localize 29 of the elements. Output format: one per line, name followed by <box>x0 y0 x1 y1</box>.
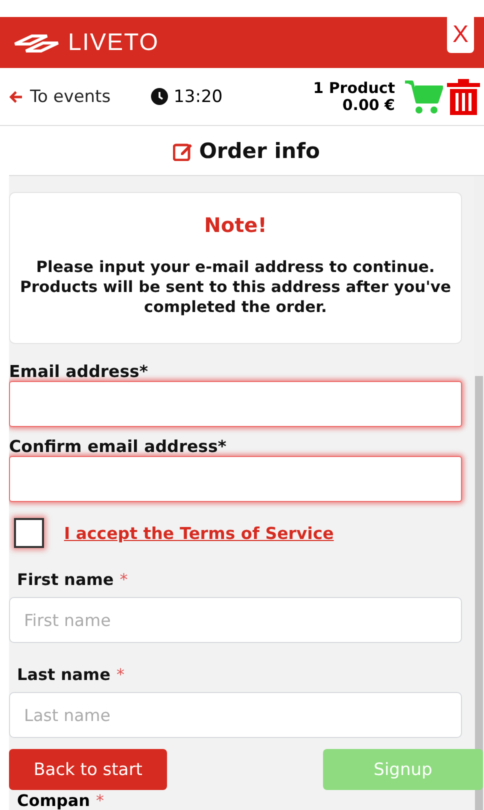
back-to-start-button[interactable]: Back to start <box>9 749 167 790</box>
terms-checkbox[interactable] <box>14 518 44 548</box>
terms-link[interactable]: I accept the Terms of Service <box>64 524 334 542</box>
back-link[interactable]: To events <box>8 86 111 106</box>
name-field[interactable]: First name <box>9 597 462 643</box>
clock-icon <box>150 88 168 105</box>
note-title: Note! <box>203 213 268 237</box>
time-text: 13:20 <box>174 86 223 106</box>
field-label: Confirm email address* <box>9 437 228 456</box>
close-button[interactable]: X <box>447 17 474 53</box>
scrollbar-thumb[interactable] <box>475 376 483 810</box>
cart-total: 0.00 € <box>341 96 395 114</box>
required-mark: * <box>120 570 128 589</box>
product-count: 1 Product <box>313 80 395 96</box>
field-label: Last name <box>17 665 110 684</box>
page-title: Order info <box>199 138 320 162</box>
brand-name: LIVETO <box>68 28 159 56</box>
email-field[interactable] <box>9 456 462 502</box>
trash-icon[interactable] <box>447 78 480 114</box>
required-mark: * <box>96 792 104 810</box>
field-label: Compan <box>17 792 90 810</box>
email-field[interactable] <box>9 381 462 427</box>
field-label: First name <box>17 570 114 589</box>
required-mark: * <box>116 665 124 684</box>
note-text: Please input your e-mail address to continue. Products will be sent to this address after you've completed the order. <box>18 257 452 317</box>
arrow-left-icon <box>8 88 24 104</box>
field-label: Email address* <box>9 362 150 381</box>
name-field[interactable]: Last name <box>9 692 462 738</box>
cart-icon[interactable] <box>405 78 443 114</box>
